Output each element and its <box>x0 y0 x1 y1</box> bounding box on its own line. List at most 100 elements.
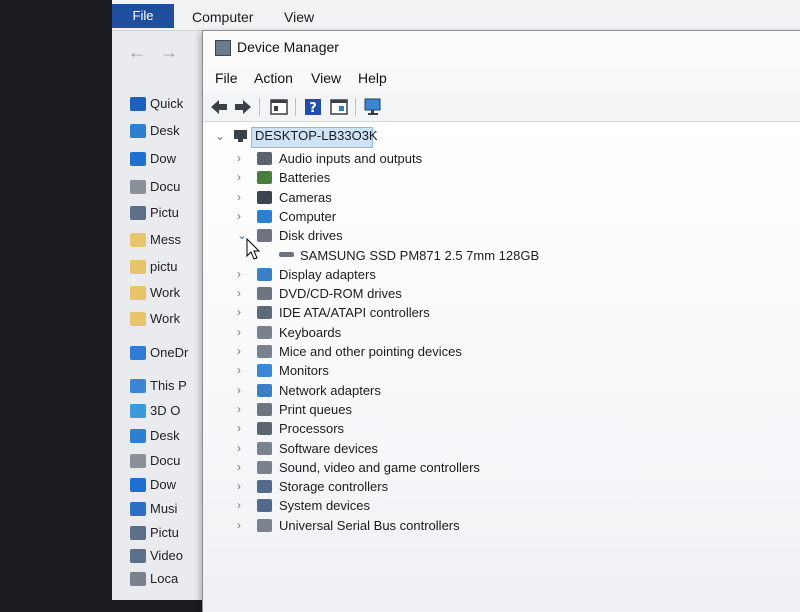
device-category-row[interactable]: › Print queues <box>203 400 723 419</box>
tree-root-row[interactable]: ⌄ DESKTOP-LB33O3K <box>203 126 800 148</box>
scan-hardware-icon[interactable] <box>363 97 383 117</box>
explorer-sidebar-label: Video <box>150 548 184 563</box>
chevron-right-icon[interactable]: › <box>237 324 249 340</box>
star-icon <box>130 97 146 111</box>
monitor-icon <box>257 364 272 378</box>
device-category-label: Storage controllers <box>279 479 389 495</box>
device-category-row[interactable]: › Cameras <box>203 188 723 207</box>
explorer-back-icon[interactable]: ← <box>128 42 146 63</box>
explorer-sidebar-item[interactable]: Desk <box>130 120 180 142</box>
3d-objects-icon <box>130 404 146 418</box>
explorer-menu-computer[interactable]: Computer <box>192 9 253 25</box>
document-icon <box>130 180 146 194</box>
device-category-row[interactable]: › Sound, video and game controllers <box>203 458 723 477</box>
download-icon <box>130 478 146 492</box>
device-category-row[interactable]: › Mice and other pointing devices <box>203 342 723 361</box>
explorer-sidebar-label: pictu <box>150 259 178 274</box>
device-category-row[interactable]: › Network adapters <box>203 381 723 400</box>
menu-action[interactable]: Action <box>254 70 293 86</box>
device-category-row[interactable]: › Universal Serial Bus controllers <box>203 516 723 535</box>
explorer-sidebar-item[interactable]: Work <box>130 308 180 330</box>
back-icon[interactable] <box>209 97 229 117</box>
chevron-right-icon[interactable]: › <box>237 440 249 456</box>
chevron-down-icon[interactable]: ⌄ <box>215 128 227 144</box>
explorer-sidebar-item[interactable]: OneDr <box>130 342 188 364</box>
chevron-right-icon[interactable]: › <box>237 285 249 301</box>
chevron-right-icon[interactable]: › <box>237 459 249 475</box>
explorer-sidebar-item[interactable]: Dow <box>130 148 176 170</box>
device-category-row[interactable]: › Software devices <box>203 439 723 458</box>
explorer-sidebar-label: Loca <box>150 571 179 586</box>
explorer-sidebar-item[interactable]: Loca <box>130 568 179 590</box>
menu-view[interactable]: View <box>311 70 341 86</box>
chevron-right-icon[interactable]: › <box>237 169 249 185</box>
explorer-sidebar-label: Mess <box>150 232 182 247</box>
mouse-cursor-icon <box>246 238 260 260</box>
device-category-row[interactable]: › System devices <box>203 496 723 515</box>
device-tree: ⌄ DESKTOP-LB33O3K › Audio inputs and outp… <box>203 122 800 612</box>
device-manager-titlebar[interactable]: Device Manager <box>203 31 800 65</box>
explorer-forward-icon[interactable]: → <box>160 42 178 63</box>
device-category-label: Disk drives <box>279 228 343 244</box>
explorer-sidebar-item[interactable]: 3D O <box>130 400 180 422</box>
update-driver-icon[interactable] <box>329 97 349 117</box>
explorer-sidebar-item[interactable]: Desk <box>130 425 180 447</box>
explorer-sidebar-item[interactable]: Dow <box>130 474 176 496</box>
chevron-right-icon[interactable]: › <box>237 208 249 224</box>
help-icon[interactable]: ? <box>303 97 323 117</box>
device-label: SAMSUNG SSD PM871 2.5 7mm 128GB <box>300 247 540 263</box>
device-category-row[interactable]: › Display adapters <box>203 265 723 284</box>
explorer-sidebar-item[interactable]: Video <box>130 545 184 567</box>
explorer-sidebar-label: Docu <box>150 453 181 468</box>
chevron-right-icon[interactable]: › <box>237 478 249 494</box>
device-category-row[interactable]: › Storage controllers <box>203 477 723 496</box>
explorer-sidebar-label: Desk <box>150 428 180 443</box>
chevron-right-icon[interactable]: › <box>237 497 249 513</box>
device-category-row[interactable]: › Audio inputs and outputs <box>203 149 723 168</box>
chevron-right-icon[interactable]: › <box>237 517 249 533</box>
device-row[interactable]: SAMSUNG SSD PM871 2.5 7mm 128GB <box>203 246 723 265</box>
explorer-sidebar-label: Quick <box>150 96 184 111</box>
chevron-right-icon[interactable]: › <box>237 150 249 166</box>
explorer-sidebar-item[interactable]: Musi <box>130 498 177 520</box>
device-category-row[interactable]: ⌄ Disk drives <box>203 226 723 245</box>
explorer-menu-view[interactable]: View <box>284 9 314 25</box>
explorer-sidebar-item[interactable]: Mess <box>130 229 182 251</box>
explorer-sidebar-item[interactable]: pictu <box>130 256 178 278</box>
device-category-row[interactable]: › Keyboards <box>203 323 723 342</box>
download-icon <box>130 152 146 166</box>
device-category-row[interactable]: › Batteries <box>203 168 723 187</box>
explorer-sidebar-item[interactable]: Pictu <box>130 522 179 544</box>
device-category-label: Keyboards <box>279 324 342 340</box>
device-category-row[interactable]: › DVD/CD-ROM drives <box>203 284 723 303</box>
disk-drive-icon <box>279 251 294 257</box>
device-category-row[interactable]: › IDE ATA/ATAPI controllers <box>203 303 723 322</box>
chevron-right-icon[interactable]: › <box>237 401 249 417</box>
chevron-right-icon[interactable]: › <box>237 362 249 378</box>
chevron-right-icon[interactable]: › <box>237 382 249 398</box>
explorer-sidebar-item[interactable]: Quick <box>130 93 184 115</box>
explorer-sidebar-item[interactable]: Docu <box>130 450 181 472</box>
device-category-row[interactable]: › Monitors <box>203 361 723 380</box>
explorer-menu-file[interactable]: File <box>112 4 174 28</box>
device-category-row[interactable]: › Computer <box>203 207 723 226</box>
properties-icon[interactable] <box>269 97 289 117</box>
explorer-sidebar-item[interactable]: Pictu <box>130 202 179 224</box>
explorer-sidebar-item[interactable]: Docu <box>130 176 180 198</box>
forward-icon[interactable] <box>233 97 253 117</box>
menu-help[interactable]: Help <box>358 70 387 86</box>
chevron-right-icon[interactable]: › <box>237 343 249 359</box>
cloud-icon <box>130 346 146 360</box>
chevron-right-icon[interactable]: › <box>237 266 249 282</box>
chevron-right-icon[interactable]: › <box>237 189 249 205</box>
folder-icon <box>130 286 146 300</box>
dvd-drive-icon <box>257 287 272 301</box>
explorer-sidebar-item[interactable]: This P <box>130 375 187 397</box>
processor-icon <box>257 422 272 436</box>
chevron-right-icon[interactable]: › <box>237 420 249 436</box>
explorer-sidebar-item[interactable]: Work <box>130 282 180 304</box>
menu-file[interactable]: File <box>215 70 238 86</box>
chevron-right-icon[interactable]: › <box>237 304 249 320</box>
device-category-row[interactable]: › Processors <box>203 419 723 438</box>
device-category-label: Processors <box>279 421 345 437</box>
